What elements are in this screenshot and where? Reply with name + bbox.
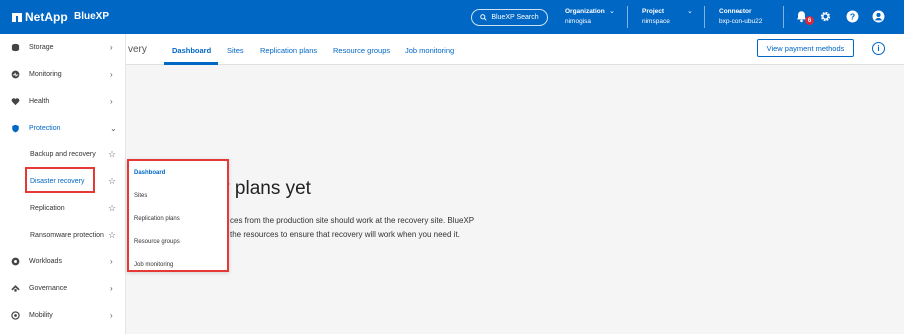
flyout-item-dashboard[interactable]: Dashboard [134,170,165,176]
brand-name: NetApp [25,10,68,24]
chevron-right-icon: › [110,283,113,293]
project-label: Project [642,8,665,15]
chevron-down-icon: ⌄ [687,8,693,15]
product-name: BlueXP [74,11,110,22]
chevron-down-icon: ⌄ [737,8,743,15]
header-divider [704,6,705,28]
health-icon [11,97,20,106]
service-title: very [128,44,147,55]
netapp-logo-icon [12,12,22,22]
project-selector[interactable]: Project nimspace ⌄ [642,7,693,27]
disaster-recovery-highlight [25,167,95,193]
organization-label: Organization [565,8,605,15]
tab-replication-plans[interactable]: Replication plans [260,46,317,55]
empty-state-description: ces from the production site should work… [230,214,474,242]
tab-resource-groups[interactable]: Resource groups [333,46,390,55]
sidebar-item-label: Governance [29,284,68,292]
workloads-icon [11,257,20,266]
sidebar-subitem-replication[interactable]: Replication ☆ [0,199,126,217]
star-icon[interactable]: ☆ [108,149,116,160]
disaster-recovery-nav: very Dashboard Sites Replication plans R… [126,34,904,65]
sidebar-item-label: Monitoring [29,70,62,78]
notification-badge: 6 [805,16,814,25]
governance-icon [11,284,20,293]
netapp-logo[interactable]: NetApp [12,10,68,24]
empty-state-line-2: the resources to ensure that recovery wi… [230,230,460,239]
tab-job-monitoring[interactable]: Job monitoring [405,46,454,55]
sidebar-item-health[interactable]: Health › [0,92,126,110]
sidebar-item-protection[interactable]: Protection ⌄ [0,119,126,137]
active-tab-indicator [164,62,218,65]
tab-sites[interactable]: Sites [227,46,244,55]
help-icon[interactable]: ? [846,10,859,23]
flyout-item-replication-plans[interactable]: Replication plans [134,216,180,222]
organization-value: nimogisa [565,18,592,25]
chevron-right-icon: › [110,69,113,79]
mobility-icon [11,310,20,320]
sidebar-subitem-backup-and-recovery[interactable]: Backup and recovery ☆ [0,145,126,163]
shield-icon [11,124,20,133]
chevron-right-icon: › [110,42,113,52]
sidebar-item-label: Workloads [29,257,62,265]
project-value: nimspace [642,18,670,25]
tab-dashboard[interactable]: Dashboard [172,46,211,55]
star-icon[interactable]: ☆ [108,203,116,214]
empty-state-line-1: ces from the production site should work… [230,216,475,225]
sidebar-item-label: Mobility [29,311,53,319]
search-label: BlueXP Search [491,14,539,21]
sidebar-item-governance[interactable]: Governance › [0,279,126,297]
sidebar-item-monitoring[interactable]: Monitoring › [0,65,126,83]
sidebar-item-label: Protection [29,124,61,132]
top-header-bar: NetApp BlueXP BlueXP Search Organization… [0,0,904,34]
search-icon [480,14,487,21]
view-payment-methods-button[interactable]: View payment methods [757,39,854,57]
chevron-right-icon: › [110,96,113,106]
flyout-item-sites[interactable]: Sites [134,193,147,199]
flyout-item-resource-groups[interactable]: Resource groups [134,239,180,245]
header-divider [783,6,784,28]
chevron-down-icon: ⌄ [609,8,615,15]
storage-icon [11,43,20,52]
chevron-right-icon: › [110,256,113,266]
sidebar-item-storage[interactable]: Storage › [0,38,126,56]
header-divider [627,6,628,28]
sidebar-item-workloads[interactable]: Workloads › [0,252,126,270]
sidebar-subitem-ransomware-protection[interactable]: Ransomware protection ☆ [0,226,126,244]
organization-selector[interactable]: Organization nimogisa ⌄ [565,7,615,27]
star-icon[interactable]: ☆ [108,176,116,187]
sidebar-item-label: Health [29,97,50,105]
sidebar-item-mobility[interactable]: Mobility › [0,306,126,324]
user-icon[interactable] [872,10,885,23]
svg-text:?: ? [850,11,855,21]
disaster-recovery-flyout-menu: Dashboard Sites Replication plans Resour… [127,159,229,272]
gear-icon[interactable] [819,10,832,23]
chevron-right-icon: › [110,310,113,320]
bluexp-search-button[interactable]: BlueXP Search [471,9,548,26]
sidebar-subitem-label: Backup and recovery [30,150,96,158]
monitoring-icon [11,70,20,79]
sidebar-item-label: Storage [29,43,54,51]
chevron-down-icon: ⌄ [110,123,117,133]
flyout-item-job-monitoring[interactable]: Job monitoring [134,262,173,268]
sidebar-subitem-label: Replication [30,204,65,212]
info-icon[interactable]: i [872,42,885,55]
connector-selector[interactable]: Connector bxp-con-ubu22 ⌄ [719,7,762,27]
connector-value: bxp-con-ubu22 [719,18,763,25]
star-icon[interactable]: ☆ [108,230,116,241]
sidebar-subitem-label: Ransomware protection [30,231,104,239]
